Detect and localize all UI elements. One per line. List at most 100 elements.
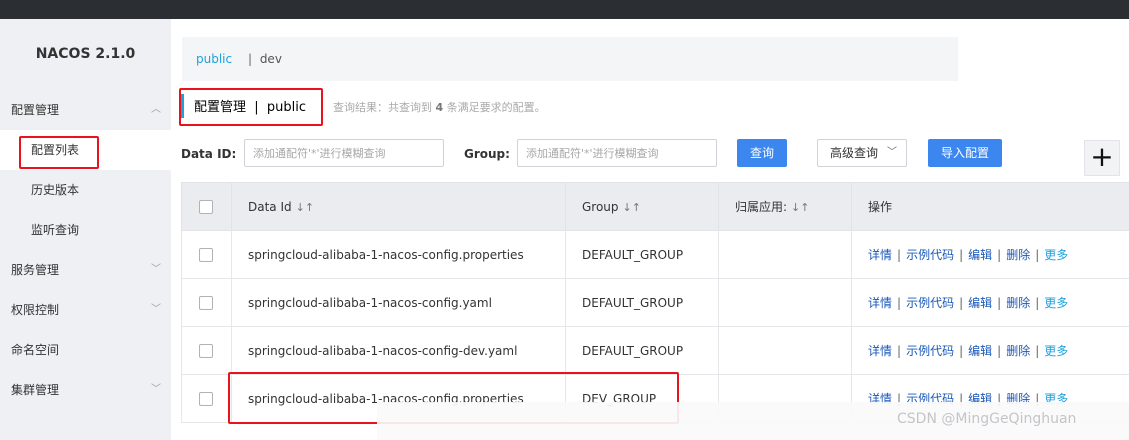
op-separator: |: [959, 296, 964, 310]
sidebar-item-label: 权限控制: [11, 303, 60, 317]
data-id-cell: springcloud-alibaba-1-nacos-config.yaml: [231, 278, 566, 327]
sort-icon[interactable]: ↓↑: [296, 201, 314, 214]
chevron-down-icon: ﹀: [151, 304, 161, 315]
sidebar-item-cluster-management[interactable]: 集群管理 ﹀: [0, 370, 171, 410]
import-config-button[interactable]: 导入配置: [928, 139, 1002, 167]
select-all-cell: [181, 182, 232, 231]
data-id-cell: springcloud-alibaba-1-nacos-config.prope…: [231, 230, 566, 279]
row-checkbox[interactable]: [199, 391, 213, 406]
column-header-group[interactable]: Group ↓↑: [565, 182, 719, 231]
row-select-cell: [181, 326, 232, 375]
brand-logo: NACOS 2.1.0: [35, 46, 136, 62]
table-row: springcloud-alibaba-1-nacos-config.prope…: [181, 230, 1129, 279]
row-select-cell: [181, 374, 232, 423]
namespace-separator: |: [247, 52, 252, 66]
row-checkbox[interactable]: [199, 295, 213, 310]
sidebar-item-config-management[interactable]: 配置管理 ︿: [0, 90, 171, 130]
op-separator: |: [1035, 248, 1040, 262]
row-checkbox[interactable]: [199, 247, 213, 262]
edit-link[interactable]: 编辑: [968, 344, 992, 358]
detail-link[interactable]: 详情: [868, 248, 892, 262]
advanced-search-button[interactable]: 高级查询 ﹀: [817, 139, 907, 167]
edit-link[interactable]: 编辑: [968, 248, 992, 262]
result-count: 4: [435, 101, 444, 114]
op-separator: |: [997, 248, 1002, 262]
add-config-button[interactable]: +: [1084, 140, 1120, 176]
op-separator: |: [1035, 296, 1040, 310]
page-title: 配置管理 | public: [194, 100, 307, 115]
sidebar-item-namespace[interactable]: 命名空间: [0, 330, 171, 370]
column-header-app[interactable]: 归属应用: ↓↑: [718, 182, 852, 231]
op-separator: |: [1035, 344, 1040, 358]
op-separator: |: [959, 248, 964, 262]
more-link[interactable]: 更多: [1044, 248, 1068, 262]
op-separator: |: [897, 296, 902, 310]
detail-link[interactable]: 详情: [868, 344, 892, 358]
app-cell: [718, 278, 852, 327]
namespace-dev-link[interactable]: dev: [260, 52, 282, 66]
sidebar-item-access-control[interactable]: 权限控制 ﹀: [0, 290, 171, 330]
edit-link[interactable]: 编辑: [968, 296, 992, 310]
row-checkbox[interactable]: [199, 343, 213, 358]
op-separator: |: [897, 344, 902, 358]
sidebar-item-label: 服务管理: [11, 263, 60, 277]
op-separator: |: [897, 248, 902, 262]
group-cell: DEFAULT_GROUP: [565, 230, 719, 279]
sidebar-item-config-list[interactable]: 配置列表: [0, 130, 171, 170]
sort-icon[interactable]: ↓↑: [623, 201, 641, 214]
group-cell: DEFAULT_GROUP: [565, 278, 719, 327]
watermark-text: CSDN @MingGeQinghuan: [897, 411, 1077, 427]
title-accent-bar: [181, 94, 184, 118]
advanced-search-label: 高级查询: [830, 146, 879, 160]
operations-cell: 详情 | 示例代码 | 编辑 | 删除 | 更多: [851, 326, 1129, 375]
namespace-bar: public | dev: [182, 37, 958, 81]
namespace-public-link[interactable]: public: [196, 52, 232, 66]
chevron-down-icon: ﹀: [151, 264, 161, 275]
table-header-row: Data Id ↓↑ Group ↓↑ 归属应用: ↓↑ 操作: [181, 182, 1129, 231]
row-select-cell: [181, 230, 232, 279]
delete-link[interactable]: 删除: [1006, 248, 1030, 262]
group-input[interactable]: [517, 139, 717, 167]
sidebar-item-label: 命名空间: [11, 343, 60, 357]
sidebar-item-label: 配置列表: [31, 143, 80, 157]
sidebar-item-label: 集群管理: [11, 383, 60, 397]
column-header-data-id[interactable]: Data Id ↓↑: [231, 182, 566, 231]
config-table: Data Id ↓↑ Group ↓↑ 归属应用: ↓↑ 操作 springcloud…: [181, 182, 1129, 423]
group-cell: DEFAULT_GROUP: [565, 326, 719, 375]
detail-link[interactable]: 详情: [868, 296, 892, 310]
sort-icon[interactable]: ↓↑: [791, 201, 809, 214]
sample-code-link[interactable]: 示例代码: [906, 248, 954, 262]
sidebar-item-history[interactable]: 历史版本: [0, 170, 171, 210]
main-content: public | dev 配置管理 | public 查询结果：共查询到 4 条…: [171, 19, 1129, 440]
sidebar-item-service-management[interactable]: 服务管理 ﹀: [0, 250, 171, 290]
sample-code-link[interactable]: 示例代码: [906, 296, 954, 310]
chevron-down-icon: ﹀: [151, 384, 161, 395]
sidebar-item-label: 配置管理: [11, 103, 60, 117]
app-cell: [718, 230, 852, 279]
result-suffix: 条满足要求的配置。: [446, 101, 546, 114]
row-select-cell: [181, 278, 232, 327]
operations-cell: 详情 | 示例代码 | 编辑 | 删除 | 更多: [851, 230, 1129, 279]
op-separator: |: [959, 344, 964, 358]
sidebar: NACOS 2.1.0 配置管理 ︿ 配置列表 历史版本 监听查询 服务管理 ﹀…: [0, 19, 171, 440]
op-separator: |: [997, 296, 1002, 310]
sample-code-link[interactable]: 示例代码: [906, 344, 954, 358]
data-id-cell: springcloud-alibaba-1-nacos-config-dev.y…: [231, 326, 566, 375]
search-button[interactable]: 查询: [737, 139, 787, 167]
data-id-input[interactable]: [244, 139, 444, 167]
data-id-label: Data ID:: [181, 147, 237, 161]
table-row: springcloud-alibaba-1-nacos-config-dev.y…: [181, 326, 1129, 375]
select-all-checkbox[interactable]: [199, 199, 213, 214]
result-prefix: 查询结果：共查询到: [333, 101, 432, 114]
operations-cell: 详情 | 示例代码 | 编辑 | 删除 | 更多: [851, 278, 1129, 327]
plus-icon: +: [1090, 140, 1114, 173]
sidebar-item-listener-query[interactable]: 监听查询: [0, 210, 171, 250]
table-row: springcloud-alibaba-1-nacos-config.yaml D…: [181, 278, 1129, 327]
delete-link[interactable]: 删除: [1006, 344, 1030, 358]
sidebar-item-label: 监听查询: [31, 223, 80, 237]
top-nav-bar: [0, 0, 1129, 36]
more-link[interactable]: 更多: [1044, 296, 1068, 310]
more-link[interactable]: 更多: [1044, 344, 1068, 358]
app-cell: [718, 326, 852, 375]
delete-link[interactable]: 删除: [1006, 296, 1030, 310]
